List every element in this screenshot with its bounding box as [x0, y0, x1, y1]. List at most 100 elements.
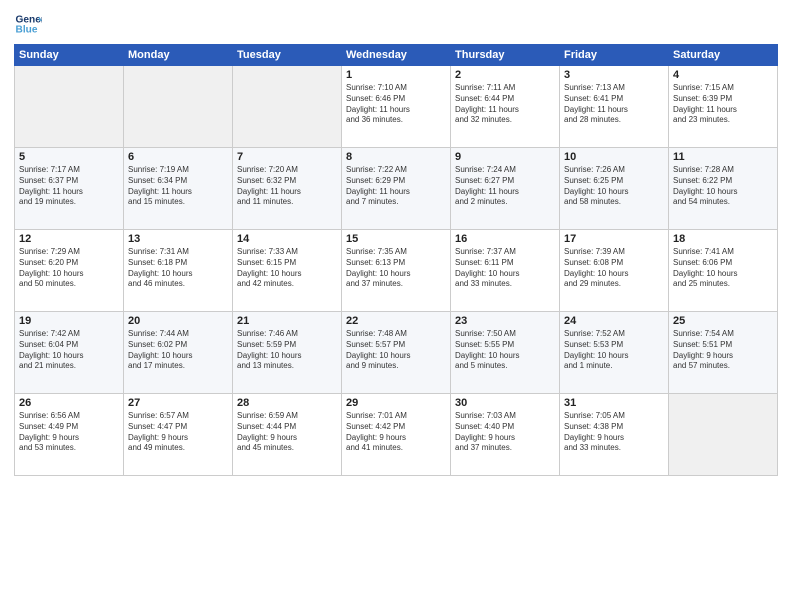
col-header-saturday: Saturday [669, 45, 778, 66]
day-number: 14 [237, 233, 337, 245]
day-number: 8 [346, 151, 446, 163]
day-number: 21 [237, 315, 337, 327]
day-info: Sunrise: 6:57 AM Sunset: 4:47 PM Dayligh… [128, 411, 228, 454]
calendar-cell: 4 Sunrise: 7:15 AM Sunset: 6:39 PM Daylig… [669, 66, 778, 148]
day-number: 1 [346, 69, 446, 81]
day-info: Sunrise: 7:19 AM Sunset: 6:34 PM Dayligh… [128, 165, 228, 208]
day-number: 3 [564, 69, 664, 81]
calendar-cell: 5 Sunrise: 7:17 AM Sunset: 6:37 PM Daylig… [15, 148, 124, 230]
day-info: Sunrise: 7:10 AM Sunset: 6:46 PM Dayligh… [346, 83, 446, 126]
calendar-cell: 15 Sunrise: 7:35 AM Sunset: 6:13 PM Dayli… [342, 230, 451, 312]
day-number: 16 [455, 233, 555, 245]
calendar-cell: 29 Sunrise: 7:01 AM Sunset: 4:42 PM Dayli… [342, 394, 451, 476]
calendar-cell: 22 Sunrise: 7:48 AM Sunset: 5:57 PM Dayli… [342, 312, 451, 394]
day-info: Sunrise: 7:28 AM Sunset: 6:22 PM Dayligh… [673, 165, 773, 208]
calendar-cell: 10 Sunrise: 7:26 AM Sunset: 6:25 PM Dayli… [560, 148, 669, 230]
calendar-cell: 25Sunrise: 7:54 AM Sunset: 5:51 PM Dayli… [669, 312, 778, 394]
day-number: 7 [237, 151, 337, 163]
day-number: 10 [564, 151, 664, 163]
day-number: 22 [346, 315, 446, 327]
day-info: Sunrise: 7:13 AM Sunset: 6:41 PM Dayligh… [564, 83, 664, 126]
day-info: Sunrise: 7:22 AM Sunset: 6:29 PM Dayligh… [346, 165, 446, 208]
calendar-table: SundayMondayTuesdayWednesdayThursdayFrid… [14, 44, 778, 476]
svg-text:Blue: Blue [16, 25, 38, 36]
col-header-sunday: Sunday [15, 45, 124, 66]
day-info: Sunrise: 6:59 AM Sunset: 4:44 PM Dayligh… [237, 411, 337, 454]
calendar-cell: 19Sunrise: 7:42 AM Sunset: 6:04 PM Dayli… [15, 312, 124, 394]
logo: General Blue [14, 10, 42, 38]
day-info: Sunrise: 7:17 AM Sunset: 6:37 PM Dayligh… [19, 165, 119, 208]
day-number: 5 [19, 151, 119, 163]
calendar-cell: 1 Sunrise: 7:10 AM Sunset: 6:46 PM Daylig… [342, 66, 451, 148]
calendar-week-3: 12Sunrise: 7:29 AM Sunset: 6:20 PM Dayli… [15, 230, 778, 312]
calendar-cell: 12Sunrise: 7:29 AM Sunset: 6:20 PM Dayli… [15, 230, 124, 312]
col-header-friday: Friday [560, 45, 669, 66]
calendar-cell: 6 Sunrise: 7:19 AM Sunset: 6:34 PM Daylig… [124, 148, 233, 230]
col-header-monday: Monday [124, 45, 233, 66]
calendar-week-2: 5 Sunrise: 7:17 AM Sunset: 6:37 PM Daylig… [15, 148, 778, 230]
calendar-cell: 8 Sunrise: 7:22 AM Sunset: 6:29 PM Daylig… [342, 148, 451, 230]
day-info: Sunrise: 6:56 AM Sunset: 4:49 PM Dayligh… [19, 411, 119, 454]
day-number: 2 [455, 69, 555, 81]
calendar-cell [124, 66, 233, 148]
calendar-cell: 3 Sunrise: 7:13 AM Sunset: 6:41 PM Daylig… [560, 66, 669, 148]
col-header-tuesday: Tuesday [233, 45, 342, 66]
day-info: Sunrise: 7:41 AM Sunset: 6:06 PM Dayligh… [673, 247, 773, 290]
col-header-wednesday: Wednesday [342, 45, 451, 66]
day-number: 24 [564, 315, 664, 327]
day-info: Sunrise: 7:48 AM Sunset: 5:57 PM Dayligh… [346, 329, 446, 372]
day-number: 26 [19, 397, 119, 409]
calendar-header-row: SundayMondayTuesdayWednesdayThursdayFrid… [15, 45, 778, 66]
calendar-cell [669, 394, 778, 476]
day-info: Sunrise: 7:35 AM Sunset: 6:13 PM Dayligh… [346, 247, 446, 290]
calendar-cell: 31 Sunrise: 7:05 AM Sunset: 4:38 PM Dayli… [560, 394, 669, 476]
day-info: Sunrise: 7:24 AM Sunset: 6:27 PM Dayligh… [455, 165, 555, 208]
calendar-week-5: 26 Sunrise: 6:56 AM Sunset: 4:49 PM Dayli… [15, 394, 778, 476]
day-info: Sunrise: 7:44 AM Sunset: 6:02 PM Dayligh… [128, 329, 228, 372]
day-info: Sunrise: 7:11 AM Sunset: 6:44 PM Dayligh… [455, 83, 555, 126]
day-number: 30 [455, 397, 555, 409]
calendar-cell: 30 Sunrise: 7:03 AM Sunset: 4:40 PM Dayli… [451, 394, 560, 476]
day-info: Sunrise: 7:26 AM Sunset: 6:25 PM Dayligh… [564, 165, 664, 208]
day-number: 28 [237, 397, 337, 409]
calendar-cell: 24 Sunrise: 7:52 AM Sunset: 5:53 PM Dayli… [560, 312, 669, 394]
calendar-cell: 21 Sunrise: 7:46 AM Sunset: 5:59 PM Dayli… [233, 312, 342, 394]
day-info: Sunrise: 7:52 AM Sunset: 5:53 PM Dayligh… [564, 329, 664, 372]
day-info: Sunrise: 7:01 AM Sunset: 4:42 PM Dayligh… [346, 411, 446, 454]
calendar-cell: 23 Sunrise: 7:50 AM Sunset: 5:55 PM Dayli… [451, 312, 560, 394]
day-info: Sunrise: 7:54 AM Sunset: 5:51 PM Dayligh… [673, 329, 773, 372]
day-number: 29 [346, 397, 446, 409]
day-info: Sunrise: 7:50 AM Sunset: 5:55 PM Dayligh… [455, 329, 555, 372]
day-number: 15 [346, 233, 446, 245]
calendar-cell: 11 Sunrise: 7:28 AM Sunset: 6:22 PM Dayli… [669, 148, 778, 230]
day-number: 12 [19, 233, 119, 245]
calendar-cell: 14 Sunrise: 7:33 AM Sunset: 6:15 PM Dayli… [233, 230, 342, 312]
day-number: 23 [455, 315, 555, 327]
page: General Blue SundayMondayTuesdayWednesda… [0, 0, 792, 612]
day-number: 9 [455, 151, 555, 163]
day-number: 4 [673, 69, 773, 81]
calendar-week-4: 19Sunrise: 7:42 AM Sunset: 6:04 PM Dayli… [15, 312, 778, 394]
calendar-week-1: 1 Sunrise: 7:10 AM Sunset: 6:46 PM Daylig… [15, 66, 778, 148]
day-info: Sunrise: 7:33 AM Sunset: 6:15 PM Dayligh… [237, 247, 337, 290]
day-info: Sunrise: 7:37 AM Sunset: 6:11 PM Dayligh… [455, 247, 555, 290]
day-number: 17 [564, 233, 664, 245]
day-info: Sunrise: 7:31 AM Sunset: 6:18 PM Dayligh… [128, 247, 228, 290]
day-number: 27 [128, 397, 228, 409]
calendar-cell: 26 Sunrise: 6:56 AM Sunset: 4:49 PM Dayli… [15, 394, 124, 476]
day-number: 6 [128, 151, 228, 163]
calendar-cell: 20Sunrise: 7:44 AM Sunset: 6:02 PM Dayli… [124, 312, 233, 394]
day-number: 11 [673, 151, 773, 163]
day-number: 19 [19, 315, 119, 327]
day-info: Sunrise: 7:15 AM Sunset: 6:39 PM Dayligh… [673, 83, 773, 126]
day-info: Sunrise: 7:03 AM Sunset: 4:40 PM Dayligh… [455, 411, 555, 454]
day-number: 13 [128, 233, 228, 245]
calendar-cell: 13 Sunrise: 7:31 AM Sunset: 6:18 PM Dayli… [124, 230, 233, 312]
calendar-cell: 18Sunrise: 7:41 AM Sunset: 6:06 PM Dayli… [669, 230, 778, 312]
header: General Blue [14, 10, 778, 38]
day-number: 31 [564, 397, 664, 409]
calendar-body: 1 Sunrise: 7:10 AM Sunset: 6:46 PM Daylig… [15, 66, 778, 476]
calendar-cell: 28 Sunrise: 6:59 AM Sunset: 4:44 PM Dayli… [233, 394, 342, 476]
day-info: Sunrise: 7:46 AM Sunset: 5:59 PM Dayligh… [237, 329, 337, 372]
day-info: Sunrise: 7:05 AM Sunset: 4:38 PM Dayligh… [564, 411, 664, 454]
